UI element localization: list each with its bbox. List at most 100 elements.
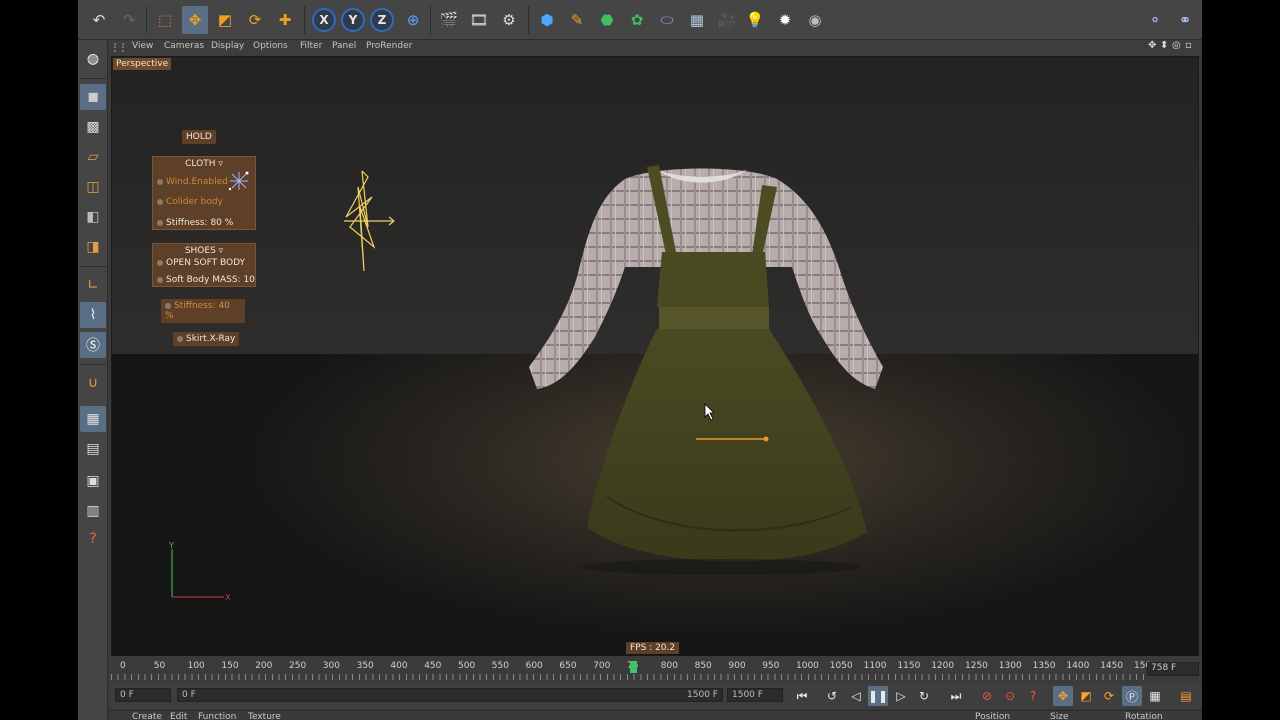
pen-icon[interactable]: ✎ <box>564 6 590 34</box>
menu-function[interactable]: Function <box>198 712 236 720</box>
points-mode-icon[interactable]: ◫ <box>80 174 106 200</box>
pause-icon[interactable]: ❚❚ <box>868 686 888 706</box>
workplane-icon[interactable]: ▱ <box>80 144 106 170</box>
magnet-icon[interactable]: ∪ <box>80 370 106 396</box>
add-icon[interactable]: ✚ <box>272 6 298 34</box>
pan-icon[interactable]: ✥ <box>1148 40 1156 51</box>
end-frame-field[interactable]: 1500 F <box>727 688 783 702</box>
menu-panel[interactable]: Panel <box>332 41 356 51</box>
menu-options[interactable]: Options <box>253 41 288 51</box>
hud-shoes-title[interactable]: SHOES ▿ <box>153 246 255 256</box>
key-scale-icon[interactable]: ◩ <box>1076 686 1096 706</box>
script2-icon[interactable]: ▥ <box>80 498 106 524</box>
light-gizmo[interactable] <box>338 167 398 277</box>
range-slider[interactable]: 0 F 1500 F <box>177 688 723 702</box>
redo-icon[interactable]: ↷ <box>116 6 142 34</box>
texture-mode-icon[interactable]: ▩ <box>80 114 106 140</box>
key-position-icon[interactable]: ✥ <box>1053 686 1073 706</box>
timeline-window-icon[interactable]: ▤ <box>1176 686 1196 706</box>
z-axis-icon[interactable]: Z <box>370 8 394 32</box>
subdivision-icon[interactable]: ⬣ <box>594 6 620 34</box>
playhead[interactable] <box>630 661 638 673</box>
scale-icon[interactable]: ◩ <box>212 6 238 34</box>
previous-key-icon[interactable]: ↺ <box>822 686 842 706</box>
layout-icon-2[interactable]: ⚭ <box>1172 6 1198 34</box>
tweak-mode-icon[interactable]: ⌇ <box>80 302 106 328</box>
axis-mode-icon[interactable]: ∟ <box>80 272 106 298</box>
y-axis-icon[interactable]: Y <box>341 8 365 32</box>
start-frame-field[interactable]: 0 F <box>115 688 171 702</box>
render-picture-viewer-icon[interactable]: 🎞 <box>466 6 492 34</box>
maximize-icon[interactable]: ▫ <box>1185 40 1192 51</box>
solo-mode-icon[interactable]: Ⓢ <box>80 332 106 358</box>
camera-icon[interactable]: 🎥 <box>714 6 740 34</box>
hud-soft-body-mass[interactable]: Soft Body MASS: 10 <box>157 275 255 285</box>
live-select-icon[interactable]: ⬚ <box>152 6 178 34</box>
hud-stiffness-slider[interactable]: Stiffness: 40 % <box>161 299 245 323</box>
key-parameter-icon[interactable]: Ⓟ <box>1122 686 1142 706</box>
undo-icon[interactable]: ↶ <box>86 6 112 34</box>
key-rotation-icon[interactable]: ⟳ <box>1099 686 1119 706</box>
dress-model[interactable] <box>507 157 897 577</box>
previous-frame-icon[interactable]: ◁ <box>846 686 866 706</box>
orbit-icon[interactable]: ◎ <box>1172 40 1181 51</box>
menu-filter[interactable]: Filter <box>300 41 322 51</box>
move-icon[interactable]: ✥ <box>182 6 208 34</box>
hud-skirt-xray[interactable]: Skirt.X-Ray <box>173 332 240 346</box>
hud-cloth-title[interactable]: CLOTH ▿ <box>153 159 255 169</box>
layout-icon-1[interactable]: ⚬ <box>1142 6 1168 34</box>
cube-icon[interactable]: ⬢ <box>534 6 560 34</box>
hud-collider-toggle[interactable]: Colider body <box>157 197 223 207</box>
timeline-tick-label: 850 <box>694 661 712 671</box>
menu-prorender[interactable]: ProRender <box>366 41 412 51</box>
waistband <box>659 307 769 329</box>
world-coords-icon[interactable]: ⊕ <box>400 6 426 34</box>
toolbar-divider <box>146 6 147 34</box>
menu-create[interactable]: Create <box>132 712 162 720</box>
menu-texture[interactable]: Texture <box>248 712 281 720</box>
hud-wind-toggle[interactable]: Wind.Enabled <box>157 177 228 187</box>
go-to-start-icon[interactable]: ⏮ <box>792 686 812 706</box>
snap-icon[interactable]: ▦ <box>80 406 106 432</box>
render-settings-icon[interactable]: ⚙ <box>496 6 522 34</box>
zoom-icon[interactable]: ⬍ <box>1160 40 1168 51</box>
manipulator-handle[interactable] <box>696 435 772 443</box>
menu-display[interactable]: Display <box>211 41 244 51</box>
sky-icon[interactable]: ✹ <box>772 6 798 34</box>
model-mode-icon[interactable]: ◼ <box>80 84 106 110</box>
floor-icon[interactable]: ▦ <box>684 6 710 34</box>
light-icon[interactable]: 💡 <box>742 6 768 34</box>
render-view-icon[interactable]: 🎬 <box>436 6 462 34</box>
hud-cloth-stiffness[interactable]: Stiffness: 80 % <box>157 218 233 228</box>
timeline[interactable]: 0 50 100 150 200 250 300 350 400 450 500 550 600 650 7… <box>111 658 1202 684</box>
timeline-ruler[interactable]: 0 50 100 150 200 250 300 350 400 450 500 550 600 650 7… <box>111 658 1161 684</box>
menu-view[interactable]: View <box>132 41 153 51</box>
go-to-end-icon[interactable]: ⏭ <box>946 686 966 706</box>
next-frame-icon[interactable]: ▷ <box>891 686 911 706</box>
camera-label[interactable]: Perspective <box>113 58 172 70</box>
bottom-manager-bar: Create Edit Function Texture Position Si… <box>108 710 1202 720</box>
perspective-viewport[interactable]: Perspective HOLD CLOTH ▿ Wind.Enabled Co… <box>111 56 1199 656</box>
enable-axis-icon[interactable]: ▤ <box>80 436 106 462</box>
script-icon[interactable]: ▣ <box>80 468 106 494</box>
key-pla-icon[interactable]: ▦ <box>1145 686 1165 706</box>
auto-key-icon[interactable]: ⊙ <box>1000 686 1020 706</box>
menu-cameras[interactable]: Cameras <box>164 41 204 51</box>
deformer-icon[interactable]: ⬭ <box>654 6 680 34</box>
make-editable-icon[interactable]: ◍ <box>80 46 106 72</box>
keyframe-selection-icon[interactable]: ? <box>1023 686 1043 706</box>
menu-edit[interactable]: Edit <box>170 712 187 720</box>
array-icon[interactable]: ✿ <box>624 6 650 34</box>
hud-open-soft-body[interactable]: OPEN SOFT BODY <box>157 258 245 268</box>
current-frame-field[interactable]: 758 F <box>1147 662 1199 676</box>
hud-hold-button[interactable]: HOLD <box>182 130 216 144</box>
record-keys-icon[interactable]: ⊘ <box>977 686 997 706</box>
edges-mode-icon[interactable]: ◧ <box>80 204 106 230</box>
next-key-icon[interactable]: ↻ <box>914 686 934 706</box>
prorender-icon[interactable]: ◉ <box>802 6 828 34</box>
help-icon[interactable]: ? <box>80 526 106 552</box>
grip-handle[interactable] <box>114 43 124 52</box>
rotate-icon[interactable]: ⟳ <box>242 6 268 34</box>
polygons-mode-icon[interactable]: ◨ <box>80 234 106 260</box>
x-axis-icon[interactable]: X <box>312 8 336 32</box>
